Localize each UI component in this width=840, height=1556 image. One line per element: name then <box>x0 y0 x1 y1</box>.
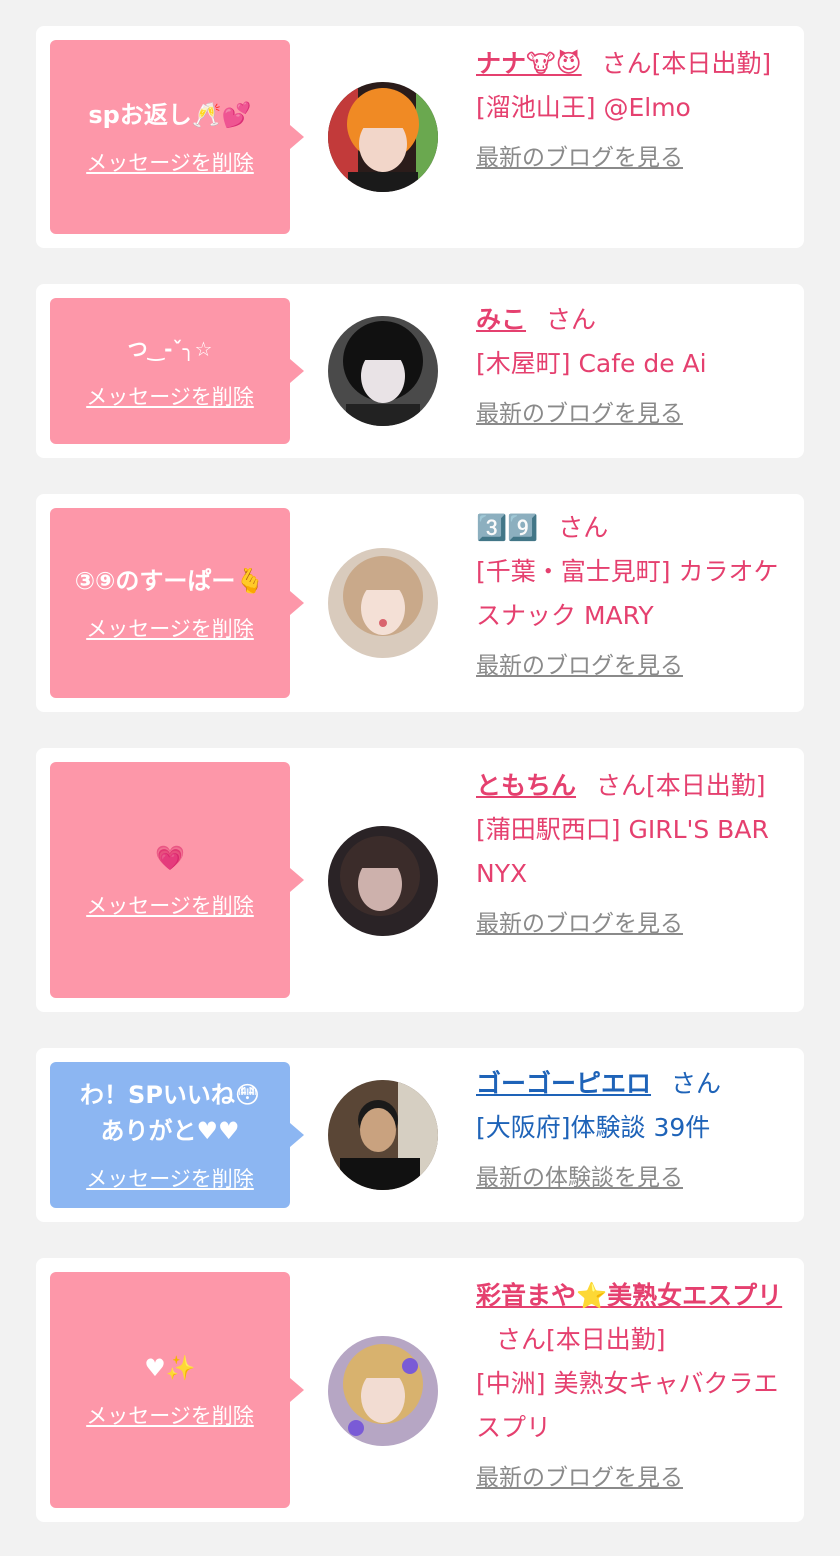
latest-blog-link[interactable]: 最新のブログを見る <box>476 906 790 942</box>
review-count-text: [大阪府]体験談 39件 <box>476 1113 711 1142</box>
message-text: ③⑨のすーぱー🫰 <box>74 567 266 595</box>
avatar[interactable] <box>328 316 438 426</box>
message-bubble: 💗 メッセージを削除 <box>50 762 304 998</box>
delete-message-link[interactable]: メッセージを削除 <box>86 1400 254 1430</box>
latest-blog-link[interactable]: 最新のブログを見る <box>476 140 790 176</box>
shop-text: [蒲田駅西口] GIRL'S BAR NYX <box>476 815 769 888</box>
delete-message-link[interactable]: メッセージを削除 <box>86 890 254 920</box>
honorific: さん <box>671 1069 722 1098</box>
message-bubble: わ！SPいいね😳 ありがと♥♥ メッセージを削除 <box>50 1062 304 1208</box>
honorific: さん <box>601 49 652 78</box>
user-name-link[interactable]: ゴーゴーピエロ <box>476 1069 651 1098</box>
message-card: わ！SPいいね😳 ありがと♥♥ メッセージを削除 ゴーゴーピエロ さん [大阪府]… <box>36 1048 804 1222</box>
honorific: さん <box>558 513 609 542</box>
avatar[interactable] <box>328 548 438 658</box>
message-card: つ‿-ˇ╮☆ メッセージを削除 みこ さん [木屋町] Cafe de Ai 最新… <box>36 284 804 458</box>
message-text: 💗 <box>155 844 185 872</box>
message-text: spお返し🥂💕 <box>88 101 252 129</box>
shop-text: [千葉・富士見町] カラオケスナック MARY <box>476 557 779 630</box>
latest-blog-link[interactable]: 最新のブログを見る <box>476 1460 790 1496</box>
status-text: [本日出勤] <box>646 771 766 800</box>
delete-message-link[interactable]: メッセージを削除 <box>86 147 254 177</box>
message-bubble: つ‿-ˇ╮☆ メッセージを削除 <box>50 298 304 444</box>
message-text: ♥✨ <box>144 1354 196 1382</box>
message-card: ♥✨ メッセージを削除 彩音まや⭐美熟女エスプリさん[本日出勤] [中洲] 美熟… <box>36 1258 804 1522</box>
user-name-link[interactable]: 彩音まや⭐美熟女エスプリ <box>476 1281 782 1310</box>
user-info: ともちん さん[本日出勤] [蒲田駅西口] GIRL'S BAR NYX 最新のブ… <box>476 764 790 942</box>
avatar[interactable] <box>328 1336 438 1446</box>
shop-text: [溜池山王] @Elmo <box>476 93 691 122</box>
delete-message-link[interactable]: メッセージを削除 <box>86 613 254 643</box>
user-info: ナナ🐮😈 さん[本日出勤] [溜池山王] @Elmo 最新のブログを見る <box>476 42 790 176</box>
user-name-link[interactable]: 3️⃣9️⃣ <box>476 513 538 542</box>
shop-text: [木屋町] Cafe de Ai <box>476 349 707 378</box>
user-info: みこ さん [木屋町] Cafe de Ai 最新のブログを見る <box>476 298 790 432</box>
message-bubble: ③⑨のすーぱー🫰 メッセージを削除 <box>50 508 304 698</box>
user-info: 彩音まや⭐美熟女エスプリさん[本日出勤] [中洲] 美熟女キャバクラエスプリ 最… <box>476 1274 790 1496</box>
honorific: さん <box>496 1325 547 1354</box>
user-info: 3️⃣9️⃣ さん [千葉・富士見町] カラオケスナック MARY 最新のブログを… <box>476 506 790 684</box>
delete-message-link[interactable]: メッセージを削除 <box>86 381 254 411</box>
message-card: ③⑨のすーぱー🫰 メッセージを削除 3️⃣9️⃣ さん [千葉・富士見町] カラオ… <box>36 494 804 712</box>
shop-text: [中洲] 美熟女キャバクラエスプリ <box>476 1369 779 1442</box>
user-name-link[interactable]: ナナ🐮😈 <box>476 49 582 78</box>
message-bubble: ♥✨ メッセージを削除 <box>50 1272 304 1508</box>
user-name-link[interactable]: ともちん <box>476 771 576 800</box>
message-text: つ‿-ˇ╮☆ <box>127 337 213 361</box>
avatar[interactable] <box>328 826 438 936</box>
user-name-link[interactable]: みこ <box>476 305 526 334</box>
latest-blog-link[interactable]: 最新のブログを見る <box>476 648 790 684</box>
message-bubble: spお返し🥂💕 メッセージを削除 <box>50 40 304 234</box>
latest-review-link[interactable]: 最新の体験談を見る <box>476 1160 790 1196</box>
delete-message-link[interactable]: メッセージを削除 <box>86 1163 254 1193</box>
latest-blog-link[interactable]: 最新のブログを見る <box>476 396 790 432</box>
status-text: [本日出勤] <box>651 49 772 78</box>
honorific: さん <box>546 305 597 334</box>
avatar[interactable] <box>328 82 438 192</box>
message-card: spお返し🥂💕 メッセージを削除 ナナ🐮😈 さん[本日出勤] [溜池山王] @El… <box>36 26 804 248</box>
honorific: さん <box>596 771 647 800</box>
avatar[interactable] <box>328 1080 438 1190</box>
message-card: 💗 メッセージを削除 ともちん さん[本日出勤] [蒲田駅西口] GIRL'S B… <box>36 748 804 1012</box>
message-text: わ！SPいいね😳 ありがと♥♥ <box>80 1081 260 1145</box>
status-text: [本日出勤] <box>546 1325 666 1354</box>
user-info: ゴーゴーピエロ さん [大阪府]体験談 39件 最新の体験談を見る <box>476 1062 790 1196</box>
